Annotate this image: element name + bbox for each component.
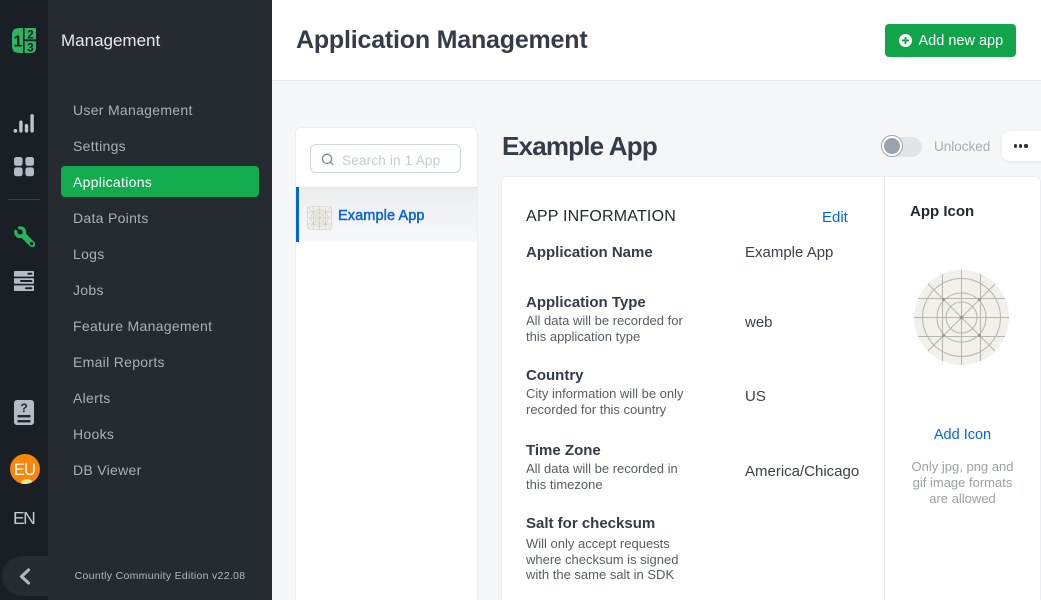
svg-text:?: ?	[20, 401, 27, 415]
svg-text:2: 2	[27, 30, 33, 42]
svg-text:1: 1	[13, 34, 22, 51]
svg-text:3: 3	[27, 43, 33, 53]
